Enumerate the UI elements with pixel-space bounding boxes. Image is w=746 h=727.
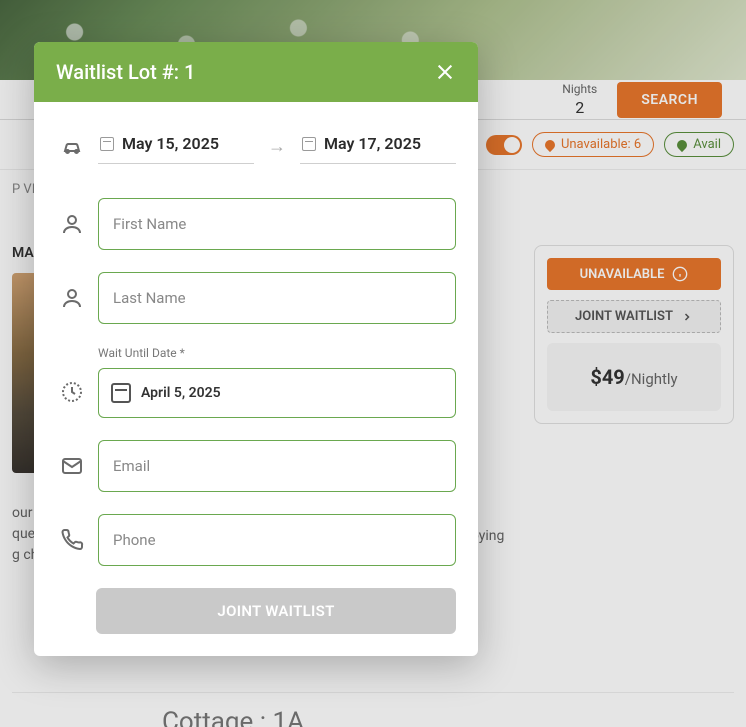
wait-until-value: April 5, 2025 [141, 385, 221, 401]
modal-backdrop[interactable]: Waitlist Lot #: 1 May 15, 2025 → May 17,… [0, 0, 746, 727]
wait-until-field[interactable]: April 5, 2025 [98, 368, 456, 418]
first-name-row [56, 198, 456, 250]
close-icon[interactable] [434, 61, 456, 83]
date-range-row: May 15, 2025 → May 17, 2025 [56, 128, 456, 164]
start-date-field[interactable]: May 15, 2025 [98, 128, 254, 164]
start-date-value: May 15, 2025 [122, 134, 219, 153]
phone-icon [60, 528, 84, 552]
last-name-input[interactable] [113, 289, 441, 307]
person-icon [60, 286, 84, 310]
phone-input[interactable] [113, 531, 441, 549]
end-date-field[interactable]: May 17, 2025 [300, 128, 456, 164]
modal-title: Waitlist Lot #: 1 [56, 60, 195, 84]
last-name-row [56, 272, 456, 324]
waitlist-modal: Waitlist Lot #: 1 May 15, 2025 → May 17,… [34, 42, 478, 656]
email-row [56, 440, 456, 492]
modal-header: Waitlist Lot #: 1 [34, 42, 478, 102]
history-icon [60, 380, 84, 404]
car-icon [60, 134, 84, 158]
calendar-icon [111, 383, 131, 403]
person-icon [60, 212, 84, 236]
end-date-value: May 17, 2025 [324, 134, 421, 153]
phone-field[interactable] [98, 514, 456, 566]
calendar-icon [302, 137, 316, 151]
mail-icon [60, 454, 84, 478]
wait-until-block: Wait Until Date * April 5, 2025 [56, 346, 456, 418]
phone-row [56, 514, 456, 566]
first-name-field[interactable] [98, 198, 456, 250]
arrow-right-icon: → [268, 136, 286, 157]
first-name-input[interactable] [113, 215, 441, 233]
calendar-icon [100, 137, 114, 151]
email-field[interactable] [98, 440, 456, 492]
submit-waitlist-button[interactable]: JOINT WAITLIST [96, 588, 456, 634]
last-name-field[interactable] [98, 272, 456, 324]
wait-until-label: Wait Until Date * [98, 346, 456, 360]
email-input[interactable] [113, 457, 441, 475]
